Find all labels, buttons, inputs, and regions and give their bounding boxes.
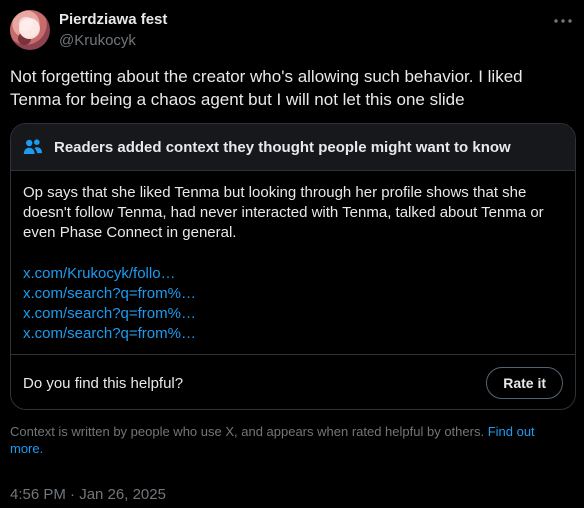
more-horizontal-icon[interactable]: [552, 13, 574, 29]
tweet-header: Pierdziawa fest @Krukocyk: [10, 10, 574, 54]
rate-it-button[interactable]: Rate it: [486, 367, 563, 399]
context-disclaimer-text: Context is written by people who use X, …: [10, 424, 485, 439]
source-link[interactable]: x.com/search?q=from%…: [23, 284, 563, 304]
helpful-question: Do you find this helpful?: [23, 375, 184, 392]
community-note-footer: Do you find this helpful? Rate it: [11, 354, 575, 409]
community-note-body: Op says that she liked Tenma but looking…: [23, 184, 544, 241]
source-links: x.com/Krukocyk/follo… x.com/search?q=fro…: [23, 264, 563, 344]
community-note-card: Readers added context they thought peopl…: [10, 123, 576, 410]
author-name[interactable]: Pierdziawa fest: [59, 10, 167, 30]
community-note-title: Readers added context they thought peopl…: [54, 138, 511, 156]
community-note-header: Readers added context they thought peopl…: [11, 124, 575, 171]
tweet-text: Not forgetting about the creator who's a…: [10, 67, 523, 109]
author-handle[interactable]: @Krukocyk: [59, 31, 136, 51]
context-disclaimer: Context is written by people who use X, …: [10, 423, 570, 457]
avatar[interactable]: [10, 10, 50, 50]
source-link[interactable]: x.com/search?q=from%…: [23, 324, 563, 344]
source-link[interactable]: x.com/Krukocyk/follo…: [23, 264, 563, 284]
tweet-timestamp[interactable]: 4:56 PM · Jan 26, 2025: [10, 485, 166, 505]
source-link[interactable]: x.com/search?q=from%…: [23, 304, 563, 324]
people-icon: [23, 138, 43, 156]
